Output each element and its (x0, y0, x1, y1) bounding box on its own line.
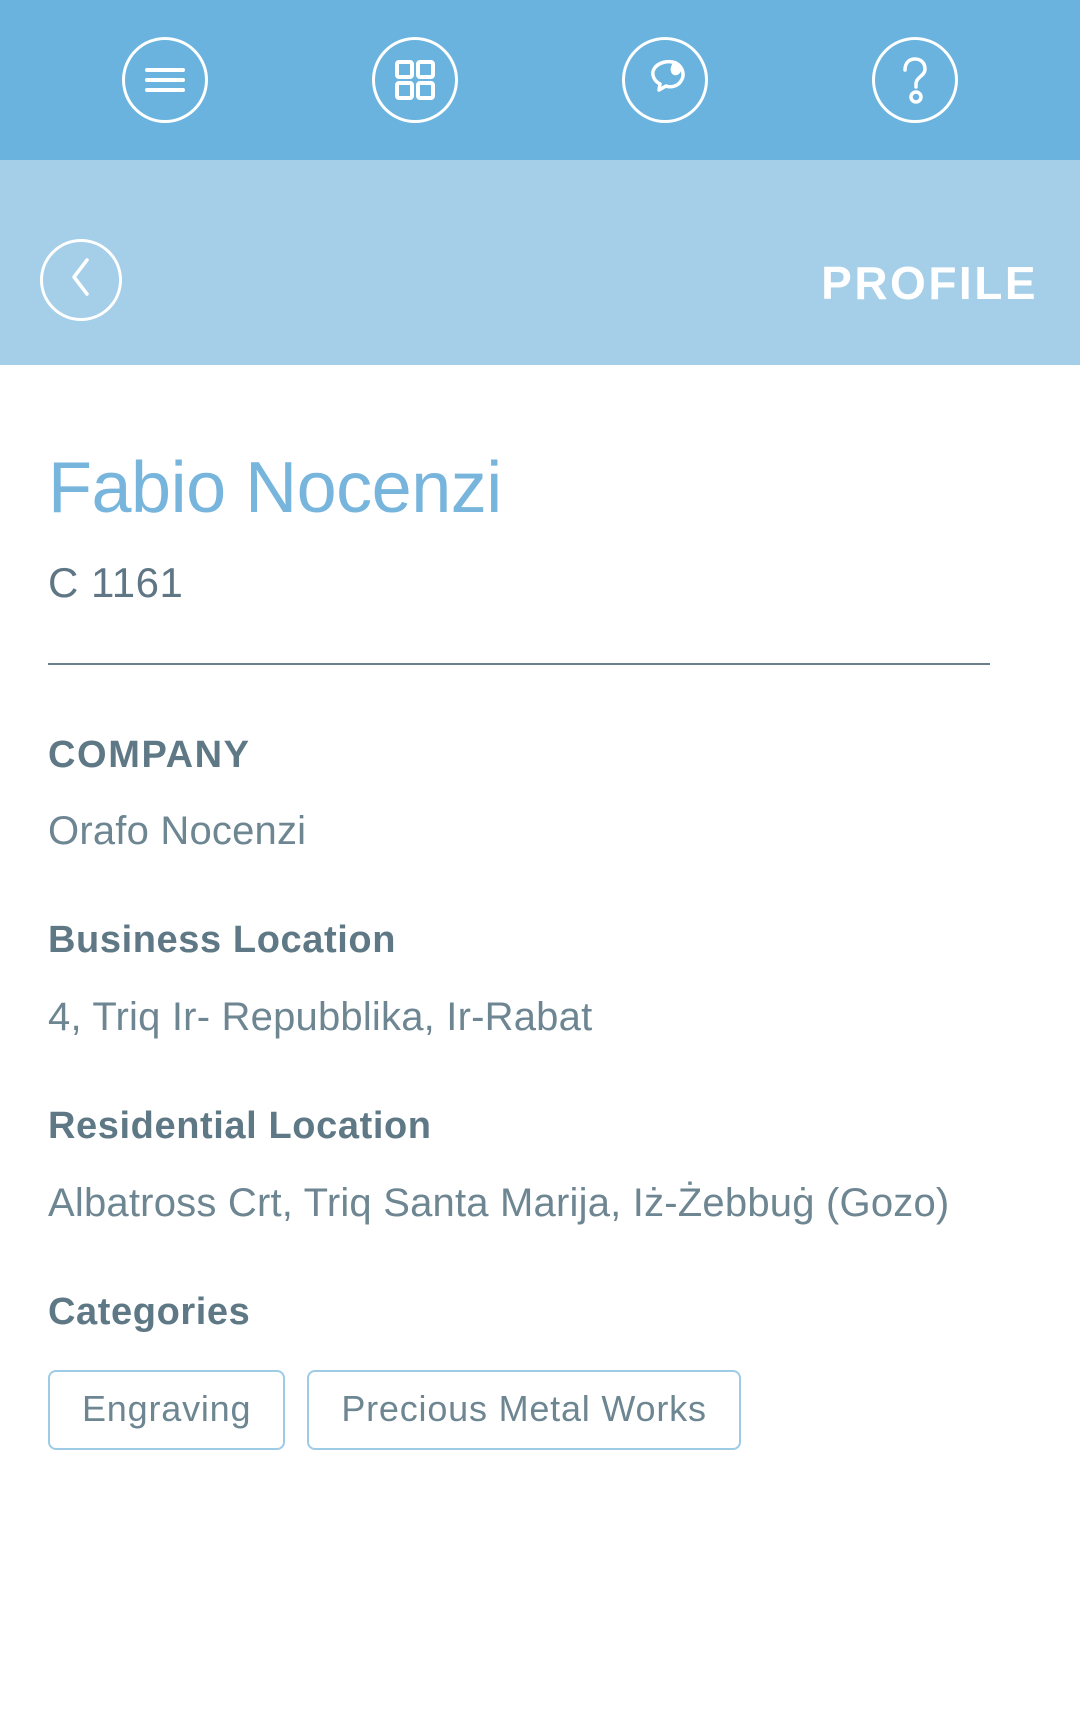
header-divider (48, 662, 990, 665)
category-chip-list: Engraving Precious Metal Works (48, 1369, 1032, 1450)
field-label-company: COMPANY (48, 733, 251, 776)
field-label-business-location: Business Location (48, 919, 397, 962)
help-icon (898, 56, 932, 104)
menu-button[interactable] (122, 37, 208, 123)
field-categories: Categories Engraving Precious Metal Work… (48, 1290, 1032, 1450)
grid-icon (395, 60, 435, 100)
profile-screen: PROFILE Fabio Nocenzi C 1161 COMPANY Ora… (0, 0, 1080, 1734)
field-label-categories: Categories (48, 1290, 251, 1333)
help-button[interactable] (872, 37, 958, 123)
menu-icon (143, 65, 187, 95)
chat-icon (643, 59, 687, 101)
category-chip[interactable]: Precious Metal Works (307, 1369, 741, 1450)
field-company: COMPANY Orafo Nocenzi (48, 733, 1032, 861)
profile-id: C 1161 (48, 558, 184, 606)
field-label-residential-location: Residential Location (48, 1105, 432, 1148)
field-business-location: Business Location 4, Triq Ir- Repubblika… (48, 920, 1032, 1046)
messages-button[interactable] (622, 37, 708, 123)
page-header: PROFILE (0, 160, 1080, 365)
field-value-business-location: 4, Triq Ir- Repubblika, Ir-Rabat (48, 995, 593, 1040)
field-value-company: Orafo Nocenzi (48, 809, 307, 854)
dashboard-grid-button[interactable] (372, 37, 458, 123)
field-residential-location: Residential Location Albatross Crt, Triq… (48, 1105, 1032, 1232)
profile-content: Fabio Nocenzi C 1161 COMPANY Orafo Nocen… (0, 448, 1080, 1450)
field-value-residential-location: Albatross Crt, Triq Santa Marija, Iż-Żeb… (48, 1180, 950, 1225)
category-chip[interactable]: Engraving (48, 1369, 286, 1450)
app-toolbar (0, 0, 1080, 160)
page-title: PROFILE (821, 256, 1038, 309)
chevron-left-icon (68, 256, 94, 303)
profile-name: Fabio Nocenzi (48, 448, 502, 528)
back-button[interactable] (40, 238, 122, 321)
